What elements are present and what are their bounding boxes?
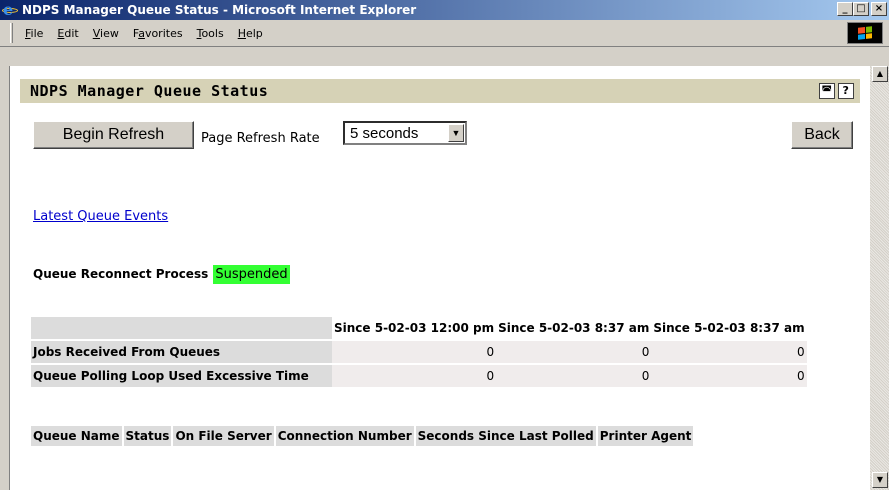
col-queue-name: Queue Name — [31, 426, 124, 446]
queue-table: Queue Name Status On File Server Connect… — [31, 426, 696, 446]
refresh-rate-value: 5 seconds — [350, 124, 419, 142]
window-controls: _ □ × — [837, 2, 887, 16]
window-icon[interactable]: ◚ — [819, 83, 835, 99]
menu-edit[interactable]: Edit — [50, 27, 85, 40]
status-badge: Suspended — [213, 265, 290, 284]
menu-help[interactable]: Help — [231, 27, 270, 40]
minimize-button[interactable]: _ — [837, 2, 853, 16]
maximize-button[interactable]: □ — [853, 2, 869, 16]
help-icon[interactable]: ? — [838, 83, 854, 99]
col-connection-number: Connection Number — [275, 426, 416, 446]
page-header: NDPS Manager Queue Status ◚ ? — [20, 79, 860, 103]
page-title: NDPS Manager Queue Status — [30, 82, 269, 100]
menu-file[interactable]: File — [18, 27, 50, 40]
stat-value: 0 — [332, 365, 497, 387]
row-label: Queue Polling Loop Used Excessive Time — [31, 365, 332, 387]
vertical-scrollbar[interactable]: ▲ ▼ — [870, 66, 889, 490]
menu-bar: File Edit View Favorites Tools Help — [0, 20, 889, 47]
browser-frame-top — [0, 47, 889, 66]
stat-value: 0 — [651, 341, 807, 363]
stat-value: 0 — [332, 341, 497, 363]
back-button[interactable]: Back — [791, 121, 853, 149]
stat-value: 0 — [651, 365, 807, 387]
table-row: Queue Polling Loop Used Excessive Time 0… — [31, 365, 807, 387]
menu-favorites[interactable]: Favorites — [126, 27, 190, 40]
latest-queue-events-link[interactable]: Latest Queue Events — [33, 209, 168, 224]
title-bar: e NDPS Manager Queue Status - Microsoft … — [0, 0, 889, 20]
stats-corner-cell — [31, 317, 332, 339]
toolbar-grip[interactable] — [10, 23, 13, 43]
scroll-down-button[interactable]: ▼ — [872, 472, 888, 488]
queue-header-row: Queue Name Status On File Server Connect… — [31, 426, 696, 446]
table-row: Jobs Received From Queues 0 0 0 — [31, 341, 807, 363]
windows-logo-icon — [847, 22, 883, 44]
stats-table: Since 5-02-03 12:00 pm Since 5-02-03 8:3… — [31, 315, 807, 389]
window-title: NDPS Manager Queue Status - Microsoft In… — [22, 3, 417, 17]
stat-value: 0 — [496, 365, 652, 387]
col-seconds-since-polled: Seconds Since Last Polled — [415, 426, 598, 446]
stats-col-header: Since 5-02-03 8:37 am — [498, 321, 650, 335]
stats-header-row: Since 5-02-03 12:00 pm Since 5-02-03 8:3… — [31, 317, 807, 339]
begin-refresh-button[interactable]: Begin Refresh — [33, 121, 194, 149]
col-on-file-server: On File Server — [173, 426, 276, 446]
stats-col-header: Since 5-02-03 8:37 am — [653, 321, 805, 335]
col-printer-agent: Printer Agent — [597, 426, 696, 446]
close-button[interactable]: × — [871, 2, 887, 16]
refresh-rate-select[interactable]: 5 seconds ▼ — [343, 121, 467, 145]
scroll-up-button[interactable]: ▲ — [872, 66, 888, 82]
refresh-rate-label: Page Refresh Rate — [201, 131, 320, 146]
row-label: Jobs Received From Queues — [31, 341, 332, 363]
menu-tools[interactable]: Tools — [190, 27, 231, 40]
chevron-down-icon[interactable]: ▼ — [448, 124, 464, 142]
stats-col-header: Since 5-02-03 12:00 pm — [334, 321, 495, 335]
menu-view[interactable]: View — [86, 27, 126, 40]
stat-value: 0 — [496, 341, 652, 363]
reconnect-row: Queue Reconnect Process Suspended — [33, 263, 290, 284]
col-status: Status — [123, 426, 174, 446]
ie-logo-icon: e — [2, 0, 18, 19]
reconnect-label: Queue Reconnect Process — [33, 267, 209, 281]
browser-frame-left — [0, 66, 10, 490]
